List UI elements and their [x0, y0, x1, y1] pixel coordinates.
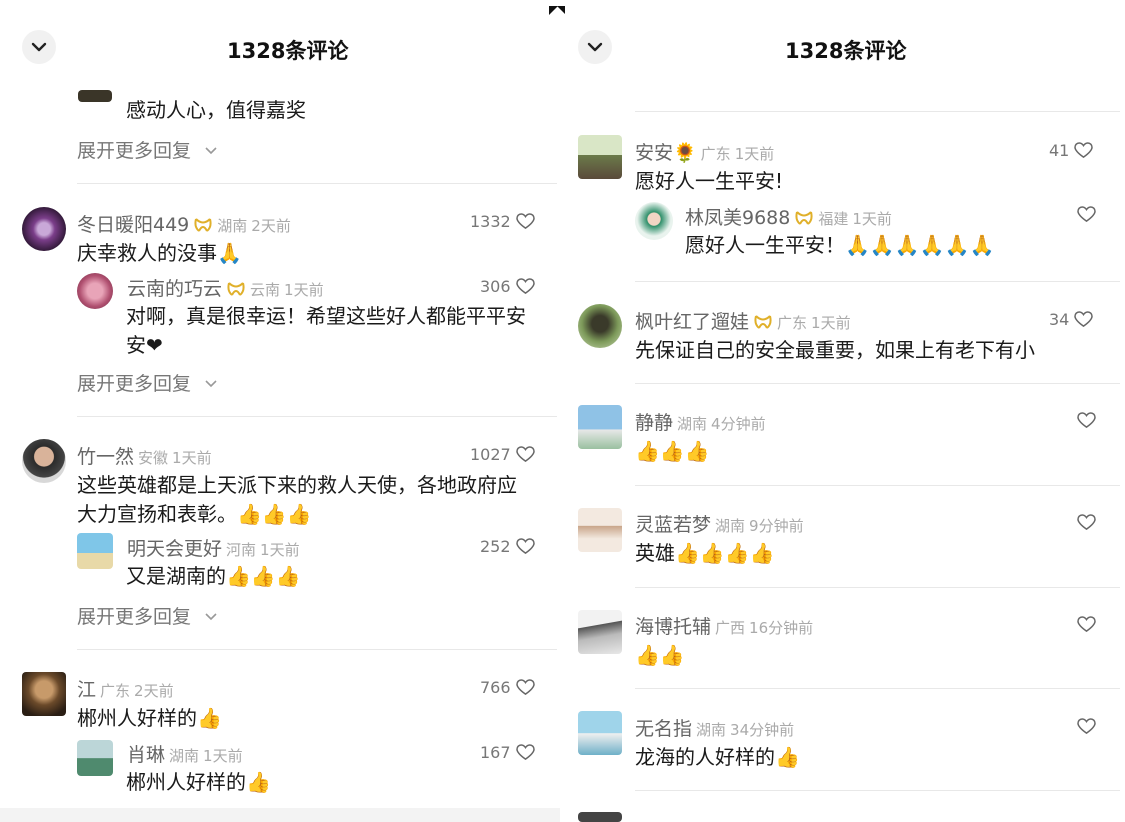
reply-text: 安❤	[126, 333, 163, 357]
heart-outline-icon	[515, 278, 535, 295]
comment-text: 先保证自己的安全最重要，如果上有老下有小	[635, 338, 1035, 362]
expand-replies-button[interactable]: 展开更多回复	[77, 369, 217, 396]
comment-text: 👍👍👍	[635, 439, 710, 463]
like-button[interactable]: 1332	[470, 212, 535, 231]
comment-text: 庆幸救人的没事🙏	[77, 241, 242, 265]
divider	[77, 183, 557, 184]
avatar[interactable]	[578, 405, 622, 449]
avatar[interactable]	[22, 207, 66, 251]
like-button[interactable]: 34	[1049, 310, 1094, 329]
like-button[interactable]: 766	[480, 678, 535, 697]
right-comments-panel: 1328条评论 安安🌻 广东 1天前 41 愿好人一生平安! 林凤美9688 福建 1天…	[565, 0, 1125, 822]
heart-outline-icon	[1077, 206, 1096, 223]
comment-author[interactable]: 冬日暖阳449 湖南 2天前	[77, 210, 291, 237]
divider	[635, 790, 1120, 791]
left-comments-panel: 1328条评论 感动人心，值得嘉奖 展开更多回复 冬日暖阳449 湖南 2天前 13…	[0, 0, 560, 822]
chevron-down-small-icon	[205, 380, 217, 388]
comment-text: 龙海的人好样的👍	[635, 745, 800, 769]
comment-text: 郴州人好样的👍	[77, 706, 222, 730]
comment-author[interactable]: 静静 湖南 4分钟前	[635, 408, 766, 435]
like-button[interactable]: 252	[480, 537, 535, 556]
like-button[interactable]: 167	[480, 743, 535, 762]
heart-outline-icon	[515, 744, 535, 761]
like-button[interactable]	[1077, 616, 1096, 633]
chevron-down-icon	[587, 42, 603, 52]
avatar[interactable]	[77, 533, 113, 569]
heart-outline-icon	[515, 446, 535, 463]
yellow-ribbon-badge-icon	[795, 211, 813, 225]
chevron-down-icon	[31, 42, 47, 52]
like-button[interactable]	[1077, 718, 1096, 735]
like-button[interactable]: 41	[1049, 141, 1094, 160]
divider	[77, 416, 557, 417]
divider	[635, 587, 1120, 588]
heart-outline-icon	[1074, 311, 1094, 328]
avatar[interactable]	[22, 672, 66, 716]
divider	[635, 383, 1120, 384]
avatar	[578, 812, 622, 822]
like-button[interactable]	[1077, 514, 1096, 531]
heart-outline-icon	[515, 538, 535, 555]
reply-text: 对啊，真是很幸运！希望这些好人都能平平安	[126, 304, 526, 328]
comments-count-title: 1328条评论	[227, 39, 349, 63]
reply-text: 感动人心，值得嘉奖	[126, 98, 306, 122]
divider	[635, 111, 1120, 112]
avatar[interactable]	[578, 508, 622, 552]
expand-replies-button[interactable]: 展开更多回复	[77, 602, 217, 629]
comment-author[interactable]: 竹一然 安徽 1天前	[77, 442, 212, 469]
comment-text: 这些英雄都是上天派下来的救人天使，各地政府应	[77, 473, 517, 497]
like-button[interactable]	[1077, 412, 1096, 429]
chevron-down-small-icon	[205, 613, 217, 621]
heart-outline-icon	[1077, 412, 1096, 429]
avatar[interactable]	[22, 439, 66, 483]
reply-author[interactable]: 林凤美9688 福建 1天前	[685, 203, 892, 230]
like-button[interactable]: 1027	[470, 445, 535, 464]
collapse-button[interactable]	[22, 30, 56, 64]
avatar[interactable]	[578, 711, 622, 755]
comment-text: 大力宣扬和表彰。👍👍👍	[77, 502, 312, 526]
reply-text: 愿好人一生平安！🙏🙏🙏🙏🙏🙏	[685, 233, 995, 257]
like-button[interactable]	[1077, 206, 1096, 223]
comment-author[interactable]: 灵蓝若梦 湖南 9分钟前	[635, 510, 804, 537]
comment-author[interactable]: 枫叶红了遛娃 广东 1天前	[635, 307, 851, 334]
yellow-ribbon-badge-icon	[754, 315, 772, 329]
comments-count-title: 1328条评论	[785, 39, 907, 63]
reply-author[interactable]: 肖琳 湖南 1天前	[127, 740, 243, 767]
expand-replies-button[interactable]: 展开更多回复	[77, 136, 217, 163]
reply-text: 又是湖南的👍👍👍	[126, 564, 301, 588]
comment-text: 英雄👍👍👍👍	[635, 541, 775, 565]
divider	[635, 688, 1120, 689]
comment-author[interactable]: 江广东 2天前	[77, 675, 174, 702]
yellow-ribbon-badge-icon	[194, 218, 212, 232]
reply-author[interactable]: 明天会更好 河南 1天前	[127, 534, 300, 561]
heart-outline-icon	[1077, 514, 1096, 531]
avatar[interactable]	[77, 273, 113, 309]
reply-author[interactable]: 云南的巧云 云南 1天前	[127, 274, 324, 301]
heart-outline-icon	[1074, 142, 1094, 159]
comment-author[interactable]: 海博托辅 广西 16分钟前	[635, 612, 813, 639]
heart-outline-icon	[1077, 616, 1096, 633]
avatar[interactable]	[635, 202, 673, 240]
comment-author[interactable]: 安安🌻 广东 1天前	[635, 138, 774, 165]
divider	[77, 649, 557, 650]
divider	[635, 281, 1120, 282]
comment-text: 愿好人一生平安!	[635, 169, 784, 193]
avatar[interactable]	[578, 610, 622, 654]
chevron-down-small-icon	[205, 147, 217, 155]
avatar	[78, 90, 112, 102]
avatar[interactable]	[578, 304, 622, 348]
yellow-ribbon-badge-icon	[227, 282, 245, 296]
avatar[interactable]	[77, 740, 113, 776]
collapse-button[interactable]	[578, 30, 612, 64]
avatar[interactable]	[578, 135, 622, 179]
comment-author[interactable]: 无名指 湖南 34分钟前	[635, 714, 794, 741]
comment-text: 👍👍	[635, 643, 685, 667]
like-button[interactable]: 306	[480, 277, 535, 296]
bottom-bar	[0, 808, 560, 822]
heart-outline-icon	[515, 679, 535, 696]
heart-outline-icon	[515, 213, 535, 230]
reply-text: 郴州人好样的👍	[126, 770, 271, 794]
heart-outline-icon	[1077, 718, 1096, 735]
divider	[635, 485, 1120, 486]
